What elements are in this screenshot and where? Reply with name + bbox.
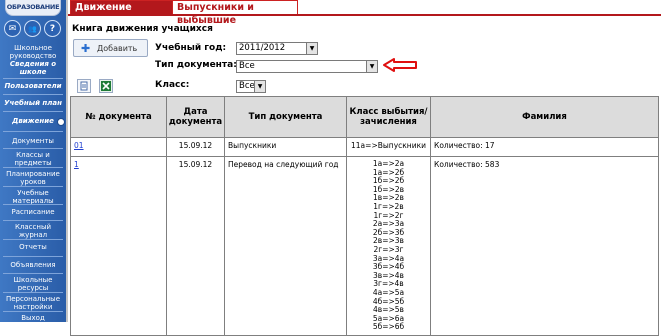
print-icon[interactable] (77, 79, 91, 93)
class-cell: 1а=>2а 1а=>2б 1б=>2б 1б=>2в 1в=>2в 1г=>2… (346, 156, 431, 336)
class-label: Класс: (155, 80, 190, 90)
doc-number-cell: 1 (70, 156, 167, 336)
plus-icon: ✚ (81, 42, 91, 55)
page-title: Книга движения учащихся (72, 24, 213, 34)
doc-number-cell: 01 (70, 137, 167, 157)
red-arrow-annotation (383, 58, 417, 72)
logo[interactable]: ОБРАЗОВАНИЕ (5, 0, 61, 16)
mail-icon[interactable]: ✉ (4, 20, 21, 37)
class-select-value: Все (239, 81, 255, 91)
sidebar: ОБРАЗОВАНИЕ ✉ 👥 ? Школьное руководство С… (0, 0, 67, 322)
year-label: Учебный год: (155, 43, 227, 53)
doctype-label: Тип документа: (155, 60, 237, 70)
people-icon[interactable]: 👥 (24, 20, 41, 37)
sidebar-item-lesson-planning[interactable]: Планирование уроков (0, 170, 66, 186)
tab-student-movement[interactable]: Движение учащихся (70, 0, 177, 26)
surname-cell: Количество: 583 (430, 156, 659, 336)
surname-cell: Количество: 17 (430, 137, 659, 157)
doc-number-link[interactable]: 1 (74, 160, 79, 169)
sidebar-item-reports[interactable]: Отчеты (0, 243, 66, 251)
chevron-down-icon[interactable]: ▼ (366, 61, 377, 72)
type-cell: Перевод на следующий год (224, 156, 347, 336)
header-class-change[interactable]: Класс выбытия/ зачисления (346, 96, 431, 138)
sidebar-icons: ✉ 👥 ? (4, 20, 61, 37)
doc-number-link[interactable]: 01 (74, 141, 84, 150)
sidebar-item-users[interactable]: Пользователи (0, 82, 66, 90)
header-doc-number[interactable]: № документа (70, 96, 167, 138)
sidebar-divider (66, 0, 68, 322)
doctype-select[interactable]: Все ▼ (236, 60, 378, 73)
class-transition: 5б=>6б (372, 322, 405, 332)
chevron-down-icon[interactable]: ▼ (306, 43, 317, 54)
sidebar-item-class-journal[interactable]: Классный журнал (0, 223, 66, 239)
class-select[interactable]: Все ▼ (236, 80, 266, 93)
table-row: 01 15.09.12 Выпускники 11а=>Выпускники К… (70, 137, 659, 157)
year-select[interactable]: 2011/2012 ▼ (236, 42, 318, 55)
sidebar-item-materials[interactable]: Учебные материалы (0, 189, 66, 205)
chevron-down-icon[interactable]: ▼ (254, 81, 265, 92)
tab-graduates[interactable]: Выпускники и выбывшие (172, 0, 298, 26)
class-cell: 11а=>Выпускники (346, 137, 431, 157)
header-doc-type[interactable]: Тип документа (224, 96, 347, 138)
movement-table: № документа Дата документа Тип документа… (70, 96, 659, 336)
doctype-select-value: Все (239, 61, 255, 71)
sidebar-item-classes[interactable]: Классы и предметы (0, 151, 66, 167)
excel-export-icon[interactable] (99, 79, 113, 93)
sidebar-item-personal-settings[interactable]: Персональные настройки (0, 295, 66, 311)
header-surname[interactable]: Фамилия (430, 96, 659, 138)
sidebar-item-logout[interactable]: Выход (0, 314, 66, 322)
sidebar-item-announcements[interactable]: Объявления (0, 261, 66, 269)
sidebar-item-curriculum[interactable]: Учебный план (0, 99, 66, 107)
sidebar-item-school-info[interactable]: Сведения о школе (0, 60, 66, 76)
header-doc-date[interactable]: Дата документа (166, 96, 225, 138)
sidebar-item-school-management[interactable]: Школьное руководство (0, 44, 66, 60)
sidebar-item-documents[interactable]: Документы (0, 137, 66, 145)
type-cell: Выпускники (224, 137, 347, 157)
active-indicator (57, 118, 65, 126)
tab-bar: Движение учащихся Выпускники и выбывшие (68, 0, 661, 26)
add-button[interactable]: ✚ Добавить (73, 39, 148, 57)
date-cell: 15.09.12 (166, 137, 225, 157)
sidebar-item-school-resources[interactable]: Школьные ресурсы (0, 276, 66, 292)
table-header-row: № документа Дата документа Тип документа… (70, 96, 659, 138)
table-row: 1 15.09.12 Перевод на следующий год 1а=>… (70, 156, 659, 336)
add-button-label: Добавить (97, 44, 138, 53)
date-cell: 15.09.12 (166, 156, 225, 336)
sidebar-item-schedule[interactable]: Расписание (0, 208, 66, 216)
year-select-value: 2011/2012 (239, 43, 286, 53)
help-icon[interactable]: ? (44, 20, 61, 37)
